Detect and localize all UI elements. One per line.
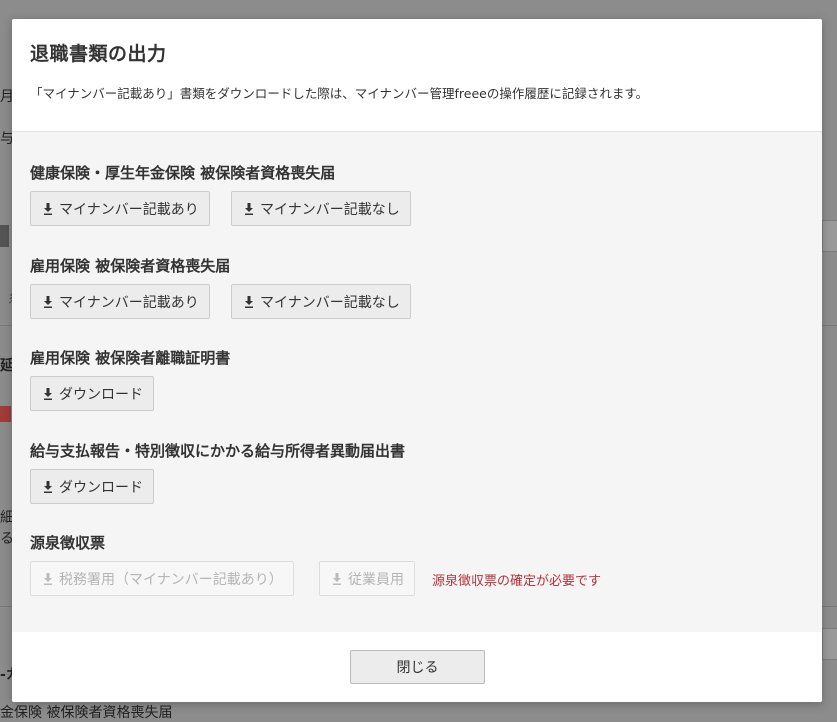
withholding-tax-office-button[interactable]: 税務署用（マイナンバー記載あり） xyxy=(30,561,294,596)
withholding-warning-text: 源泉徴収票の確定が必要です xyxy=(432,574,602,589)
section-title-separation-certificate: 雇用保険 被保険者離職証明書 xyxy=(30,349,231,367)
dialog-header: 退職書類の出力 「マイナンバー記載あり」書類をダウンロードした際は、マイナンバー… xyxy=(12,19,822,132)
download-icon xyxy=(44,572,52,585)
button-label: ダウンロード xyxy=(59,386,143,403)
dialog-body: 健康保険・厚生年金保険 被保険者資格喪失届 マイナンバー記載あり マイナンバー記… xyxy=(12,132,822,632)
download-icon xyxy=(245,202,253,215)
salary-report-download-button[interactable]: ダウンロード xyxy=(30,469,154,504)
section-title-employment-insurance-loss: 雇用保険 被保険者資格喪失届 xyxy=(30,257,231,275)
download-icon xyxy=(44,480,52,493)
health-insurance-with-mynumber-button[interactable]: マイナンバー記載あり xyxy=(30,191,210,226)
button-label: マイナンバー記載あり xyxy=(59,201,199,218)
download-icon xyxy=(44,387,52,400)
export-documents-dialog: 退職書類の出力 「マイナンバー記載あり」書類をダウンロードした際は、マイナンバー… xyxy=(12,19,822,702)
employment-insurance-without-mynumber-button[interactable]: マイナンバー記載なし xyxy=(231,284,411,319)
button-label: マイナンバー記載なし xyxy=(260,294,400,311)
download-icon xyxy=(245,295,253,308)
download-icon xyxy=(333,572,341,585)
section-title-health-insurance: 健康保険・厚生年金保険 被保険者資格喪失届 xyxy=(30,164,336,182)
button-label: 従業員用 xyxy=(348,571,404,588)
separation-certificate-download-button[interactable]: ダウンロード xyxy=(30,376,154,411)
bg-date-icon xyxy=(0,225,9,247)
button-label: ダウンロード xyxy=(59,479,143,496)
withholding-employee-button[interactable]: 従業員用 xyxy=(319,561,415,596)
bg-right-button xyxy=(822,628,837,660)
bg-bottom-text: 金保険 被保険者資格喪失届 xyxy=(0,705,173,721)
bg-required-badge xyxy=(0,406,11,422)
button-label: マイナンバー記載なし xyxy=(260,201,400,218)
button-label: 税務署用（マイナンバー記載あり） xyxy=(59,571,283,588)
bg-right-button xyxy=(822,220,837,252)
employment-insurance-with-mynumber-button[interactable]: マイナンバー記載あり xyxy=(30,284,210,319)
close-button[interactable]: 閉じる xyxy=(350,650,485,684)
dialog-title: 退職書類の出力 xyxy=(30,43,167,65)
download-icon xyxy=(44,202,52,215)
health-insurance-without-mynumber-button[interactable]: マイナンバー記載なし xyxy=(231,191,411,226)
section-title-withholding-slip: 源泉徴収票 xyxy=(30,534,106,552)
download-icon xyxy=(44,295,52,308)
button-label: マイナンバー記載あり xyxy=(59,294,199,311)
dialog-footer: 閉じる xyxy=(12,632,822,702)
dialog-description: 「マイナンバー記載あり」書類をダウンロードした際は、マイナンバー管理freeeの… xyxy=(30,86,649,101)
section-title-salary-report: 給与支払報告・特別徴収にかかる給与所得者異動届出書 xyxy=(30,442,406,460)
